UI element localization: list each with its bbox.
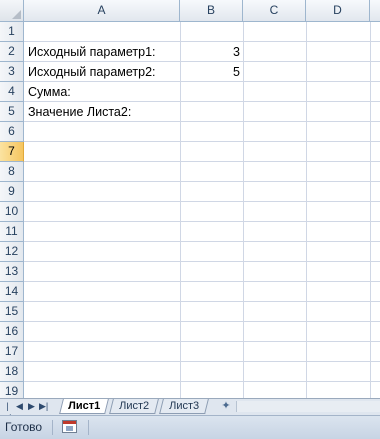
gridline-horizontal (24, 261, 380, 262)
row-header-5[interactable]: 5 (0, 102, 24, 122)
column-header-d[interactable]: D (306, 0, 370, 22)
gridline-horizontal (24, 321, 380, 322)
status-separator (88, 420, 89, 435)
cell-a4[interactable]: Сумма: (25, 82, 180, 102)
macro-record-icon[interactable] (62, 420, 77, 433)
status-bar: Готово (0, 415, 380, 439)
row-header-10[interactable]: 10 (0, 202, 24, 222)
select-all-button[interactable] (0, 0, 24, 22)
column-header-a[interactable]: A (24, 0, 180, 22)
cell-b3[interactable]: 5 (180, 62, 243, 82)
select-all-triangle-icon (12, 10, 21, 19)
column-header-b[interactable]: B (180, 0, 243, 22)
gridline-horizontal (24, 361, 380, 362)
row-header-11[interactable]: 11 (0, 222, 24, 242)
row-header-19[interactable]: 19 (0, 382, 24, 398)
row-header-7[interactable]: 7 (0, 142, 24, 162)
cell-b2[interactable]: 3 (180, 42, 243, 62)
worksheet-grid[interactable]: A B C D 1 2 3 4 5 6 7 8 9 10 11 12 13 14… (0, 0, 380, 398)
tab-sheet-2[interactable]: Лист2 (109, 399, 159, 414)
cell-a5[interactable]: Значение Листа2: (25, 102, 180, 122)
column-header-c[interactable]: C (243, 0, 306, 22)
tab-sheet-1[interactable]: Лист1 (59, 399, 109, 414)
gridline-horizontal (24, 201, 380, 202)
insert-sheet-icon[interactable]: ✦ (217, 400, 235, 413)
row-header-17[interactable]: 17 (0, 342, 24, 362)
first-sheet-icon[interactable]: |◀ (3, 401, 12, 422)
gridline-horizontal (24, 301, 380, 302)
gridline-horizontal (24, 281, 380, 282)
next-sheet-icon[interactable]: ▶ (27, 401, 36, 412)
row-header-9[interactable]: 9 (0, 182, 24, 202)
row-header-15[interactable]: 15 (0, 302, 24, 322)
gridline-horizontal (24, 161, 380, 162)
gridline-horizontal (24, 221, 380, 222)
row-header-14[interactable]: 14 (0, 282, 24, 302)
row-header-6[interactable]: 6 (0, 122, 24, 142)
cell-a3[interactable]: Исходный параметр2: (25, 62, 180, 82)
tab-sheet-3[interactable]: Лист3 (159, 399, 209, 414)
row-header-16[interactable]: 16 (0, 322, 24, 342)
row-header-1[interactable]: 1 (0, 22, 24, 42)
row-header-18[interactable]: 18 (0, 362, 24, 382)
tab-sheet-1-label: Лист1 (68, 400, 101, 412)
prev-sheet-icon[interactable]: ◀ (15, 401, 24, 412)
gridline-horizontal (24, 141, 380, 142)
tab-sheet-3-label: Лист3 (169, 400, 200, 412)
row-header-2[interactable]: 2 (0, 42, 24, 62)
gridline-horizontal (24, 381, 380, 382)
last-sheet-icon[interactable]: ▶| (39, 401, 48, 412)
horizontal-scrollbar[interactable] (236, 401, 380, 412)
tab-sheet-2-label: Лист2 (119, 400, 150, 412)
cell-a2[interactable]: Исходный параметр1: (25, 42, 180, 62)
gridline-horizontal (24, 241, 380, 242)
status-text: Готово (5, 420, 43, 434)
row-header-12[interactable]: 12 (0, 242, 24, 262)
gridline-horizontal (24, 181, 380, 182)
row-header-3[interactable]: 3 (0, 62, 24, 82)
row-header-4[interactable]: 4 (0, 82, 24, 102)
row-header-8[interactable]: 8 (0, 162, 24, 182)
gridline-horizontal (24, 341, 380, 342)
status-separator (52, 420, 53, 435)
row-header-13[interactable]: 13 (0, 262, 24, 282)
column-header-e-partial[interactable] (370, 0, 380, 22)
sheet-tab-bar: |◀ ◀ ▶ ▶| Лист2 Лист3 Лист1 ✦ (0, 398, 380, 422)
